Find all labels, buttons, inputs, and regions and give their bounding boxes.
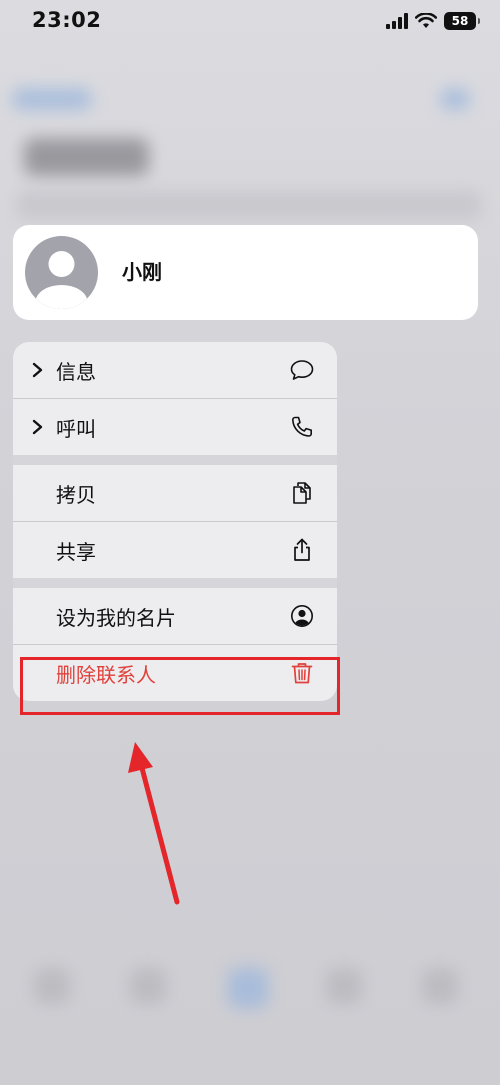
menu-item-label: 设为我的名片 [56, 605, 176, 630]
status-bar: 23:02 58 [0, 0, 500, 44]
blurred-search-bar [16, 190, 482, 220]
annotation-highlight-box [20, 657, 340, 715]
menu-item-message[interactable]: 信息 [13, 342, 337, 398]
share-icon [294, 538, 310, 561]
battery-icon: 58 [444, 12, 480, 30]
blurred-title [24, 138, 149, 176]
blurred-tab-active [228, 968, 268, 1008]
chevron-right-icon [32, 419, 43, 435]
blurred-tab-4 [326, 968, 362, 1004]
menu-item-label: 信息 [56, 359, 96, 384]
wifi-icon [415, 13, 437, 28]
menu-group-divider [13, 455, 337, 465]
menu-item-label: 拷贝 [56, 482, 96, 507]
menu-item-label: 呼叫 [56, 416, 96, 441]
status-icons: 58 [386, 12, 480, 30]
message-bubble-icon [290, 360, 314, 380]
blurred-tab-5 [422, 968, 458, 1004]
contact-name: 小刚 [122, 260, 162, 284]
chevron-right-icon [32, 362, 43, 378]
copy-icon [293, 482, 311, 504]
person-circle-icon [291, 605, 313, 627]
avatar-icon [25, 236, 98, 309]
status-time: 23:02 [32, 8, 102, 32]
blurred-add-button [440, 88, 470, 110]
contact-card[interactable]: 小刚 [13, 225, 478, 320]
phone-icon [292, 416, 312, 437]
menu-item-set-my-card[interactable]: 设为我的名片 [13, 588, 337, 644]
menu-item-share[interactable]: 共享 [13, 522, 337, 578]
cellular-signal-icon [386, 13, 408, 29]
menu-group-divider [13, 578, 337, 588]
menu-item-label: 共享 [56, 539, 96, 564]
menu-item-call[interactable]: 呼叫 [13, 399, 337, 455]
blurred-back-button [12, 88, 92, 110]
menu-item-copy[interactable]: 拷贝 [13, 465, 337, 521]
context-menu: 信息 呼叫 拷贝 共享 设为我的名片 删除联系人 [13, 342, 337, 701]
blurred-tab-1 [34, 968, 70, 1004]
blurred-tab-2 [130, 968, 166, 1004]
